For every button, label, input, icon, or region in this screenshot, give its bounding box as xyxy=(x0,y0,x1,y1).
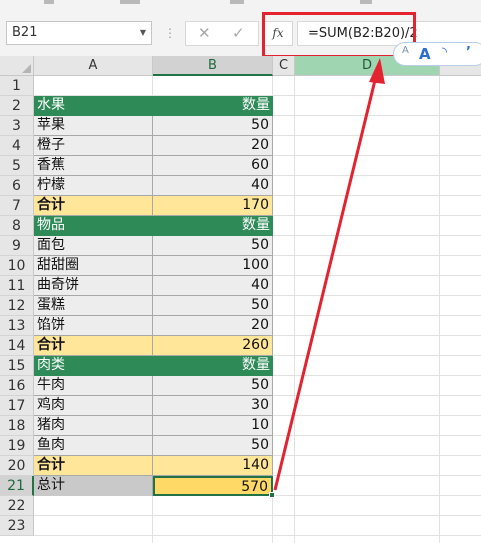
cell-b5[interactable]: 60 xyxy=(153,156,273,176)
cell-b10[interactable]: 100 xyxy=(153,256,273,276)
cell-a20[interactable]: 合计 xyxy=(34,456,153,476)
ribbon-mark xyxy=(360,0,372,4)
row-header-23[interactable]: 23 xyxy=(0,516,34,536)
close-icon[interactable]: ✕ xyxy=(198,24,211,42)
cell-a10[interactable]: 甜甜圈 xyxy=(34,256,153,276)
cell-b4[interactable]: 20 xyxy=(153,136,273,156)
select-all-corner[interactable] xyxy=(0,56,34,76)
cell-b9[interactable]: 50 xyxy=(153,236,273,256)
cell-b7[interactable]: 170 xyxy=(153,196,273,216)
cell-a9[interactable]: 面包 xyxy=(34,236,153,256)
cell-b8[interactable]: 数量 xyxy=(153,216,273,236)
cell-a2[interactable]: 水果 xyxy=(34,96,153,116)
cell-b14[interactable]: 260 xyxy=(153,336,273,356)
cell-b20[interactable]: 140 xyxy=(153,456,273,476)
cell-a14[interactable]: 合计 xyxy=(34,336,153,356)
row-header-12[interactable]: 12 xyxy=(0,296,34,316)
row-header-20[interactable]: 20 xyxy=(0,456,34,476)
cell-a19[interactable]: 鱼肉 xyxy=(34,436,153,456)
row-header-11[interactable]: 11 xyxy=(0,276,34,296)
row-header-15[interactable]: 15 xyxy=(0,356,34,376)
row-header-19[interactable]: 19 xyxy=(0,436,34,456)
cell-a4[interactable]: 橙子 xyxy=(34,136,153,156)
chevron-down-icon[interactable]: ▼ xyxy=(140,22,146,44)
column-header-c[interactable]: C xyxy=(273,56,295,76)
cell-a18[interactable]: 猪肉 xyxy=(34,416,153,436)
cell-a3[interactable]: 苹果 xyxy=(34,116,153,136)
cell-a15[interactable]: 肉类 xyxy=(34,356,153,376)
check-icon[interactable]: ✓ xyxy=(232,24,245,42)
column-header-b[interactable]: B xyxy=(153,56,273,76)
cell-a8[interactable]: 物品 xyxy=(34,216,153,236)
cell-a17[interactable]: 鸡肉 xyxy=(34,396,153,416)
cell-b18[interactable]: 10 xyxy=(153,416,273,436)
cell-b11[interactable]: 40 xyxy=(153,276,273,296)
row-header-2[interactable]: 2 xyxy=(0,96,34,116)
cell-b21[interactable]: 570 xyxy=(153,476,273,496)
ribbon-mark xyxy=(230,0,244,4)
cell-b2[interactable]: 数量 xyxy=(153,96,273,116)
mini-toolbar: A A ◝ ’ xyxy=(393,42,481,66)
font-size-icon[interactable]: A xyxy=(402,45,409,56)
fill-handle[interactable] xyxy=(269,492,275,498)
cell-b16[interactable]: 50 xyxy=(153,376,273,396)
row-header-4[interactable]: 4 xyxy=(0,136,34,156)
cell-a5[interactable]: 香蕉 xyxy=(34,156,153,176)
cell-a12[interactable]: 蛋糕 xyxy=(34,296,153,316)
row-header-8[interactable]: 8 xyxy=(0,216,34,236)
name-box[interactable]: B21 ▼ xyxy=(6,21,152,45)
cell-b12[interactable]: 50 xyxy=(153,296,273,316)
row-header-9[interactable]: 9 xyxy=(0,236,34,256)
ribbon-mark xyxy=(44,0,54,4)
column-header-a[interactable]: A xyxy=(34,56,153,76)
format-painter-icon[interactable]: ◝ xyxy=(442,45,447,60)
row-header-13[interactable]: 13 xyxy=(0,316,34,336)
cell-b15[interactable]: 数量 xyxy=(153,356,273,376)
cell-a11[interactable]: 曲奇饼 xyxy=(34,276,153,296)
row-header-1[interactable]: 1 xyxy=(0,76,34,96)
name-box-value: B21 xyxy=(12,25,38,40)
cell-b17[interactable]: 30 xyxy=(153,396,273,416)
row-header-5[interactable]: 5 xyxy=(0,156,34,176)
row-header-6[interactable]: 6 xyxy=(0,176,34,196)
font-color-icon[interactable]: A xyxy=(419,45,431,63)
more-vertical-icon[interactable]: ⋮ xyxy=(164,23,176,43)
cell-b3[interactable]: 50 xyxy=(153,116,273,136)
row-header-18[interactable]: 18 xyxy=(0,416,34,436)
cell-a16[interactable]: 牛肉 xyxy=(34,376,153,396)
row-header-14[interactable]: 14 xyxy=(0,336,34,356)
cell-a13[interactable]: 馅饼 xyxy=(34,316,153,336)
row-header-22[interactable]: 22 xyxy=(0,496,34,516)
ribbon-mark xyxy=(120,0,140,4)
cell-a6[interactable]: 柠檬 xyxy=(34,176,153,196)
cell-b13[interactable]: 20 xyxy=(153,316,273,336)
row-header-7[interactable]: 7 xyxy=(0,196,34,216)
row-header-17[interactable]: 17 xyxy=(0,396,34,416)
cell-b6[interactable]: 40 xyxy=(153,176,273,196)
cell-a7[interactable]: 合计 xyxy=(34,196,153,216)
comma-style-icon[interactable]: ’ xyxy=(466,45,471,60)
cell-a21[interactable]: 总计 xyxy=(34,476,153,496)
row-header-16[interactable]: 16 xyxy=(0,376,34,396)
spreadsheet-grid[interactable]: A B C D 1 2 3 4 5 6 7 8 9 10 11 12 13 14 15 16 17 18 19 20 2… xyxy=(0,56,481,543)
row-header-3[interactable]: 3 xyxy=(0,116,34,136)
row-header-21[interactable]: 21 xyxy=(0,476,34,496)
row-header-10[interactable]: 10 xyxy=(0,256,34,276)
cell-b19[interactable]: 50 xyxy=(153,436,273,456)
formula-buttons: ✕ ✓ xyxy=(185,21,259,46)
